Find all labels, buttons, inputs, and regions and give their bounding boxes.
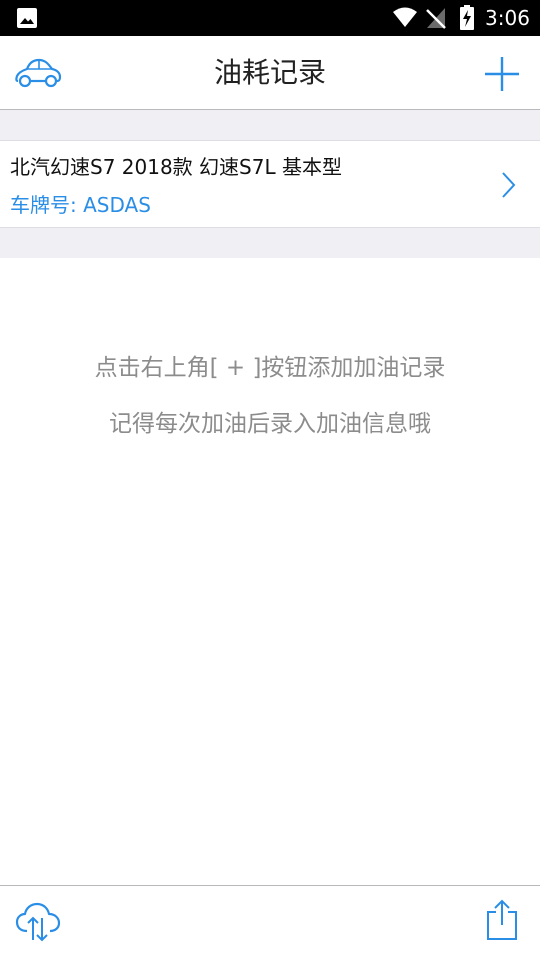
page-title: 油耗记录 xyxy=(213,56,326,89)
cloud-sync-icon xyxy=(15,902,61,942)
status-bar: 3:06 xyxy=(0,0,540,36)
empty-hint-line-1: 点击右上角[ + ]按钮添加加油记录 xyxy=(94,355,446,381)
bottom-toolbar xyxy=(0,885,540,960)
title-bar: 油耗记录 xyxy=(0,36,540,110)
car-button[interactable] xyxy=(12,54,64,94)
plus-icon xyxy=(485,57,519,91)
cloud-sync-button[interactable] xyxy=(14,900,62,944)
empty-hint-line-2: 记得每次加油后录入加油信息哦 xyxy=(109,411,431,437)
battery-charging-icon xyxy=(460,5,474,30)
section-separator xyxy=(0,228,540,258)
signal-off-icon xyxy=(426,8,446,29)
wifi-icon xyxy=(393,7,417,27)
empty-state: 点击右上角[ + ]按钮添加加油记录 记得每次加油后录入加油信息哦 xyxy=(0,350,540,442)
chevron-right-icon xyxy=(502,172,516,198)
add-record-button[interactable] xyxy=(482,54,522,94)
share-icon xyxy=(487,899,517,940)
section-separator xyxy=(0,110,540,141)
plate-label: 车牌号: xyxy=(10,193,84,217)
vehicle-plate: 车牌号: ASDAS xyxy=(10,191,151,219)
status-time: 3:06 xyxy=(485,6,530,30)
vehicle-model: 北汽幻速S7 2018款 幻速S7L 基本型 xyxy=(10,155,342,179)
plate-value: ASDAS xyxy=(83,193,151,217)
share-button[interactable] xyxy=(484,898,520,942)
car-icon xyxy=(15,58,62,88)
vehicle-list-item[interactable]: 北汽幻速S7 2018款 幻速S7L 基本型 车牌号: ASDAS xyxy=(0,141,540,228)
image-icon xyxy=(17,8,37,28)
